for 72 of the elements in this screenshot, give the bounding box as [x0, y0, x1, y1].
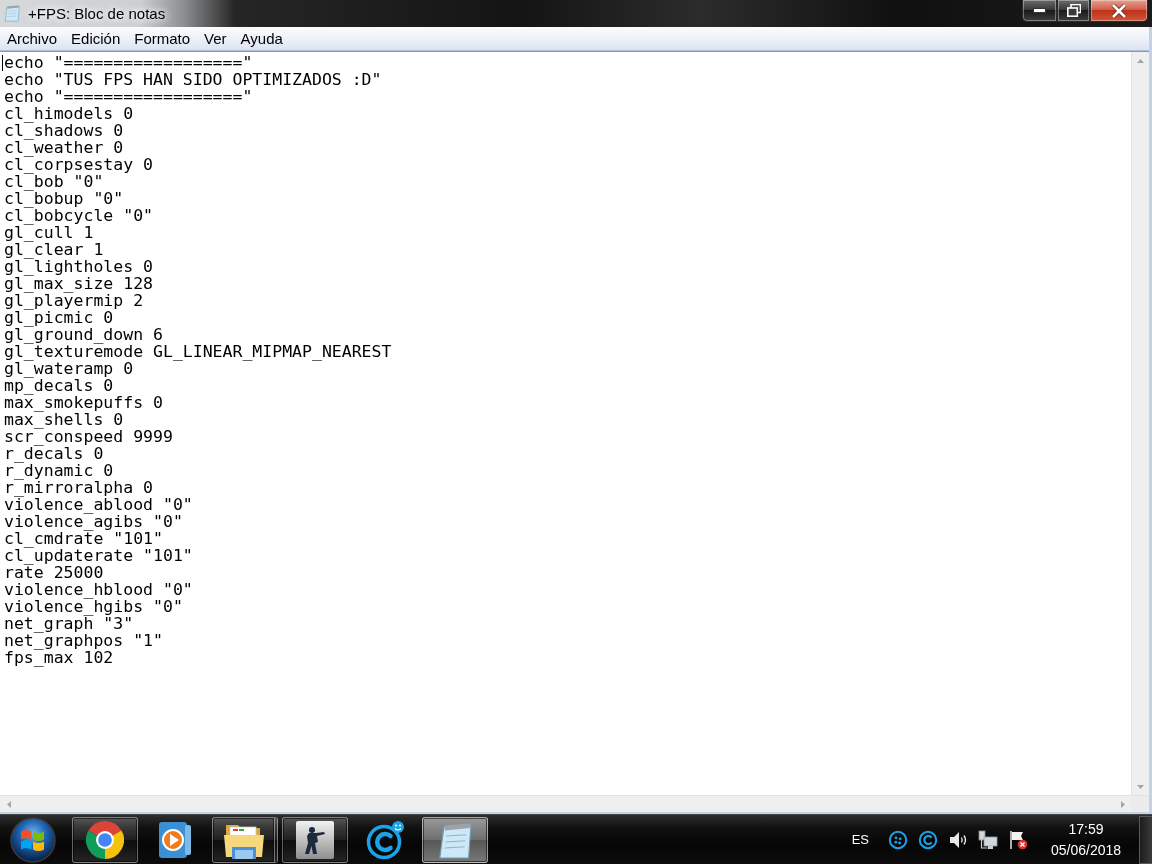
text-line: cl_updaterate "101": [4, 547, 193, 564]
text-line: echo "==================": [4, 54, 253, 71]
text-line: violence_hblood "0": [4, 581, 193, 598]
up-arrow-icon: [1137, 58, 1144, 63]
soldier-icon: [296, 820, 334, 859]
restore-icon: [1066, 4, 1081, 17]
text-line: net_graphpos "1": [4, 632, 163, 649]
notepad-icon: [3, 4, 21, 22]
text-line: gl_wateramp 0: [4, 360, 134, 377]
restore-button[interactable]: [1057, 0, 1090, 22]
text-cursor: [2, 55, 3, 71]
menu-item[interactable]: Ver: [197, 28, 234, 49]
text-line: gl_cull 1: [4, 224, 94, 241]
text-line: cl_cmdrate "101": [4, 530, 163, 547]
text-line: cl_shadows 0: [4, 122, 124, 139]
text-line: cl_corpsestay 0: [4, 156, 153, 173]
menu-item[interactable]: Ayuda: [233, 28, 290, 49]
dotted-ring-icon[interactable]: [888, 829, 908, 850]
show-desktop-button[interactable]: [1139, 815, 1152, 864]
close-icon: [1111, 3, 1127, 18]
text-line: violence_hgibs "0": [4, 598, 183, 615]
text-line: rate 25000: [4, 564, 104, 581]
text-line: echo "==================": [4, 88, 253, 105]
right-arrow-icon: [1120, 801, 1125, 808]
taskbar-button[interactable]: [212, 816, 278, 863]
text-line: net_graph "3": [4, 615, 134, 632]
window-title: +FPS: Bloc de notas: [28, 4, 166, 23]
play-tile-icon: [159, 821, 191, 858]
network-icon[interactable]: [978, 829, 998, 850]
left-arrow-icon: [6, 801, 11, 808]
start-orb-icon: [10, 816, 56, 863]
text-line: gl_picmic 0: [4, 309, 114, 326]
c-ring-icon[interactable]: [918, 829, 938, 850]
minimize-button[interactable]: [1022, 0, 1057, 22]
circle-logo-icon: [86, 820, 124, 859]
down-arrow-icon: [1137, 784, 1144, 789]
text-line: violence_ablood "0": [4, 496, 193, 513]
text-line: cl_bobup "0": [4, 190, 124, 207]
text-line: mp_decals 0: [4, 377, 114, 394]
text-line: gl_texturemode GL_LINEAR_MIPMAP_NEAREST: [4, 343, 392, 360]
text-line: gl_playermip 2: [4, 292, 144, 309]
text-line: gl_clear 1: [4, 241, 104, 258]
text-line: max_shells 0: [4, 411, 124, 428]
text-line: r_mirroralpha 0: [4, 479, 153, 496]
text-line: r_decals 0: [4, 445, 104, 462]
scrollbar-corner: [1131, 795, 1149, 812]
text-line: gl_max_size 128: [4, 275, 153, 292]
menu-item[interactable]: Edición: [64, 28, 128, 49]
taskbar-button[interactable]: [282, 816, 348, 863]
flag-error-icon[interactable]: [1008, 829, 1028, 850]
text-line: r_dynamic 0: [4, 462, 114, 479]
text-line: cl_himodels 0: [4, 105, 134, 122]
menu-item[interactable]: Archivo: [0, 28, 65, 49]
text-line: cl_bob "0": [4, 173, 104, 190]
c-smiley-icon: [365, 819, 405, 860]
close-button[interactable]: [1090, 0, 1148, 22]
text-line: scr_conspeed 9999: [4, 428, 173, 445]
text-line: gl_ground_down 6: [4, 326, 163, 343]
clock-date: 05/06/2018: [1050, 841, 1122, 860]
text-line: max_smokepuffs 0: [4, 394, 163, 411]
taskbar-button[interactable]: [422, 816, 488, 863]
text-line: gl_lightholes 0: [4, 258, 153, 275]
text-line: echo "TUS FPS HAN SIDO OPTIMIZADOS :D": [4, 71, 382, 88]
text-line: cl_weather 0: [4, 139, 124, 156]
language-indicator[interactable]: ES: [849, 832, 871, 847]
taskbar-button[interactable]: [72, 816, 138, 863]
menu-item[interactable]: Formato: [127, 28, 198, 49]
minimize-icon: [1033, 8, 1046, 13]
text-line: fps_max 102: [4, 649, 114, 666]
clock-time: 17:59: [1068, 820, 1104, 839]
text-line: cl_bobcycle "0": [4, 207, 153, 224]
text-line: violence_agibs "0": [4, 513, 183, 530]
